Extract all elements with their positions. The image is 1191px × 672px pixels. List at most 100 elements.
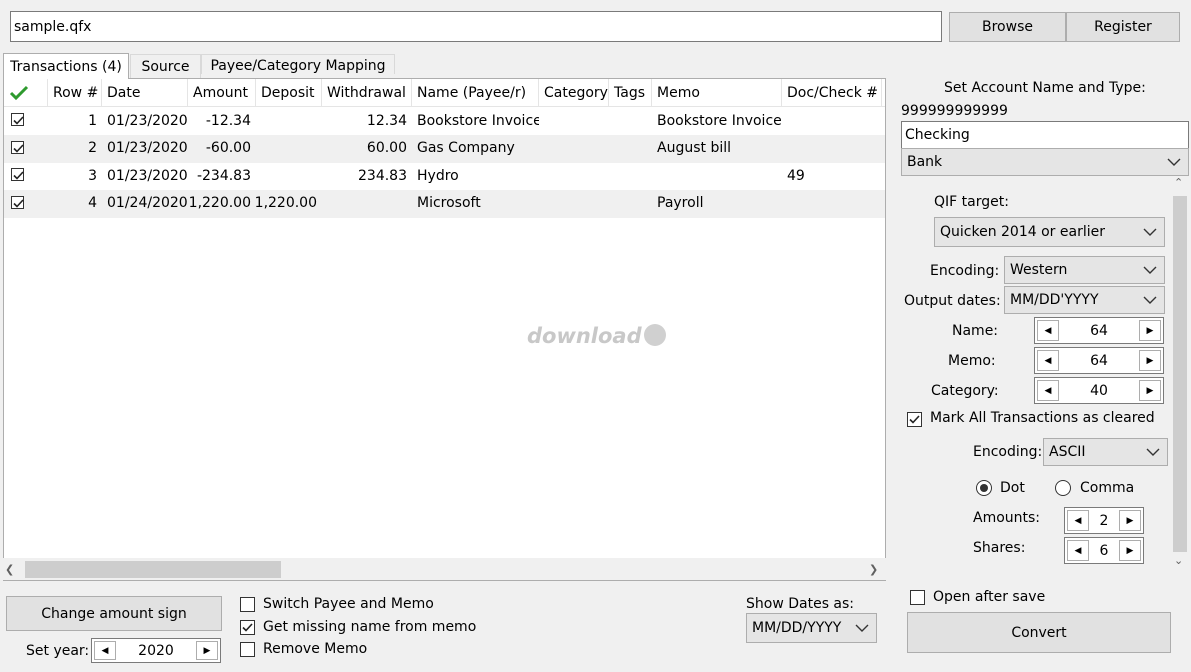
horizontal-scroll-thumb[interactable] (25, 561, 281, 578)
header-doc-check[interactable]: Doc/Check # (782, 79, 882, 106)
header-check-column[interactable] (4, 79, 48, 106)
cell-withdrawal[interactable]: 12.34 (322, 107, 412, 134)
shares-stepper[interactable]: ◀ 6 ▶ (1064, 537, 1144, 564)
header-withdrawal[interactable]: Withdrawal (322, 79, 412, 106)
increment-icon[interactable]: ▶ (1139, 320, 1161, 341)
cell-amount[interactable]: -234.83 (188, 162, 256, 189)
cell-row-number[interactable]: 2 (48, 135, 102, 162)
header-date[interactable]: Date (102, 79, 188, 106)
header-row-number[interactable]: Row # (48, 79, 102, 106)
encoding-select[interactable]: Western (1004, 256, 1165, 284)
header-tags[interactable]: Tags (609, 79, 652, 106)
increment-icon[interactable]: ▶ (1119, 540, 1141, 561)
decrement-icon[interactable]: ◀ (1037, 320, 1059, 341)
cell-date[interactable]: 01/23/2020 (102, 107, 188, 134)
cell-deposit[interactable]: 1,220.00 (256, 190, 322, 217)
cell-date[interactable]: 01/23/2020 (102, 135, 188, 162)
cell-name[interactable]: Microsoft (412, 190, 539, 217)
row-checkbox[interactable] (11, 195, 24, 209)
cell-category[interactable] (539, 107, 609, 134)
row-checkbox[interactable] (11, 140, 24, 154)
cell-row-number[interactable]: 4 (48, 190, 102, 217)
cell-doc-check[interactable]: 49 (782, 162, 882, 189)
amounts-stepper[interactable]: ◀ 2 ▶ (1064, 507, 1144, 534)
table-row[interactable]: 4 01/24/2020 1,220.00 1,220.00 Microsoft Payr… (4, 189, 885, 218)
cell-doc-check[interactable] (782, 107, 882, 134)
decimal-comma-radio[interactable] (1055, 480, 1071, 496)
cell-date[interactable]: 01/23/2020 (102, 162, 188, 189)
switch-payee-memo-checkbox[interactable] (240, 597, 255, 612)
increment-icon[interactable]: ▶ (1139, 350, 1161, 371)
cell-name[interactable]: Gas Company (412, 135, 539, 162)
cell-memo[interactable]: Bookstore Invoice (652, 107, 782, 134)
cell-amount[interactable]: -60.00 (188, 135, 256, 162)
decrement-icon[interactable]: ◀ (1037, 380, 1059, 401)
convert-button[interactable]: Convert (907, 612, 1171, 653)
cell-withdrawal[interactable]: 60.00 (322, 135, 412, 162)
cell-memo[interactable] (652, 162, 782, 189)
cell-row-number[interactable]: 1 (48, 107, 102, 134)
decrement-icon[interactable]: ◀ (1067, 510, 1089, 531)
remove-memo-checkbox[interactable] (240, 642, 255, 657)
vertical-scroll-thumb[interactable] (1173, 196, 1187, 552)
mark-cleared-label[interactable]: Mark All Transactions as cleared (930, 410, 1155, 426)
cell-category[interactable] (539, 135, 609, 162)
remove-memo-label[interactable]: Remove Memo (263, 641, 367, 657)
header-memo[interactable]: Memo (652, 79, 782, 106)
cell-category[interactable] (539, 162, 609, 189)
tab-transactions[interactable]: Transactions (4) (3, 53, 129, 79)
open-after-save-label[interactable]: Open after save (933, 589, 1045, 605)
cell-memo[interactable]: Payroll (652, 190, 782, 217)
increment-icon[interactable]: ▶ (1139, 380, 1161, 401)
header-amount[interactable]: Amount (188, 79, 256, 106)
transactions-grid[interactable]: Row # Date Amount Deposit Withdrawal Nam… (3, 78, 886, 581)
cell-name[interactable]: Hydro (412, 162, 539, 189)
horizontal-scrollbar[interactable]: ❮ ❯ (3, 558, 886, 580)
cell-memo[interactable]: August bill (652, 135, 782, 162)
show-dates-select[interactable]: MM/DD/YYYY (746, 613, 877, 643)
header-category[interactable]: Category (539, 79, 609, 106)
cell-withdrawal[interactable]: 234.83 (322, 162, 412, 189)
cell-tags[interactable] (609, 135, 652, 162)
cell-doc-check[interactable] (782, 135, 882, 162)
scroll-down-icon[interactable]: ⌄ (1174, 554, 1183, 567)
cell-amount[interactable]: 1,220.00 (188, 190, 256, 217)
scroll-right-icon[interactable]: ❯ (869, 563, 883, 577)
qif-target-select[interactable]: Quicken 2014 or earlier (934, 217, 1165, 247)
encoding2-select[interactable]: ASCII (1043, 438, 1168, 466)
table-row[interactable]: 2 01/23/2020 -60.00 60.00 Gas Company August … (4, 134, 885, 163)
scroll-up-icon[interactable]: ⌃ (1174, 176, 1183, 189)
category-length-stepper[interactable]: ◀ 40 ▶ (1034, 377, 1164, 404)
file-path-input[interactable]: sample.qfx (10, 11, 942, 42)
scroll-left-icon[interactable]: ❮ (5, 563, 19, 577)
decrement-icon[interactable]: ◀ (1067, 540, 1089, 561)
browse-button[interactable]: Browse (949, 12, 1066, 42)
memo-length-stepper[interactable]: ◀ 64 ▶ (1034, 347, 1164, 374)
cell-amount[interactable]: -12.34 (188, 107, 256, 134)
tab-payee-category-mapping[interactable]: Payee/Category Mapping (201, 54, 395, 74)
header-deposit[interactable]: Deposit (256, 79, 322, 106)
decrement-icon[interactable]: ◀ (94, 641, 116, 660)
row-checkbox[interactable] (11, 168, 24, 181)
cell-withdrawal[interactable] (322, 190, 412, 217)
cell-deposit[interactable] (256, 107, 322, 134)
cell-tags[interactable] (609, 190, 652, 217)
name-length-stepper[interactable]: ◀ 64 ▶ (1034, 317, 1164, 344)
account-type-select[interactable]: Bank (901, 148, 1189, 176)
decimal-comma-label[interactable]: Comma (1080, 480, 1134, 496)
cell-row-number[interactable]: 3 (48, 162, 102, 189)
cell-tags[interactable] (609, 107, 652, 134)
decimal-dot-radio[interactable] (976, 480, 992, 496)
output-dates-select[interactable]: MM/DD'YYYY (1004, 286, 1165, 314)
switch-payee-memo-label[interactable]: Switch Payee and Memo (263, 596, 434, 612)
tab-source[interactable]: Source (130, 54, 201, 78)
increment-icon[interactable]: ▶ (196, 641, 218, 660)
get-missing-name-label[interactable]: Get missing name from memo (263, 619, 476, 635)
mark-cleared-checkbox[interactable] (907, 412, 922, 427)
get-missing-name-checkbox[interactable] (240, 620, 255, 635)
table-row[interactable]: 3 01/23/2020 -234.83 234.83 Hydro 49 (4, 162, 885, 190)
header-name[interactable]: Name (Payee/r) (412, 79, 539, 106)
decrement-icon[interactable]: ◀ (1037, 350, 1059, 371)
account-name-input[interactable]: Checking (901, 121, 1189, 149)
register-button[interactable]: Register (1066, 12, 1180, 42)
